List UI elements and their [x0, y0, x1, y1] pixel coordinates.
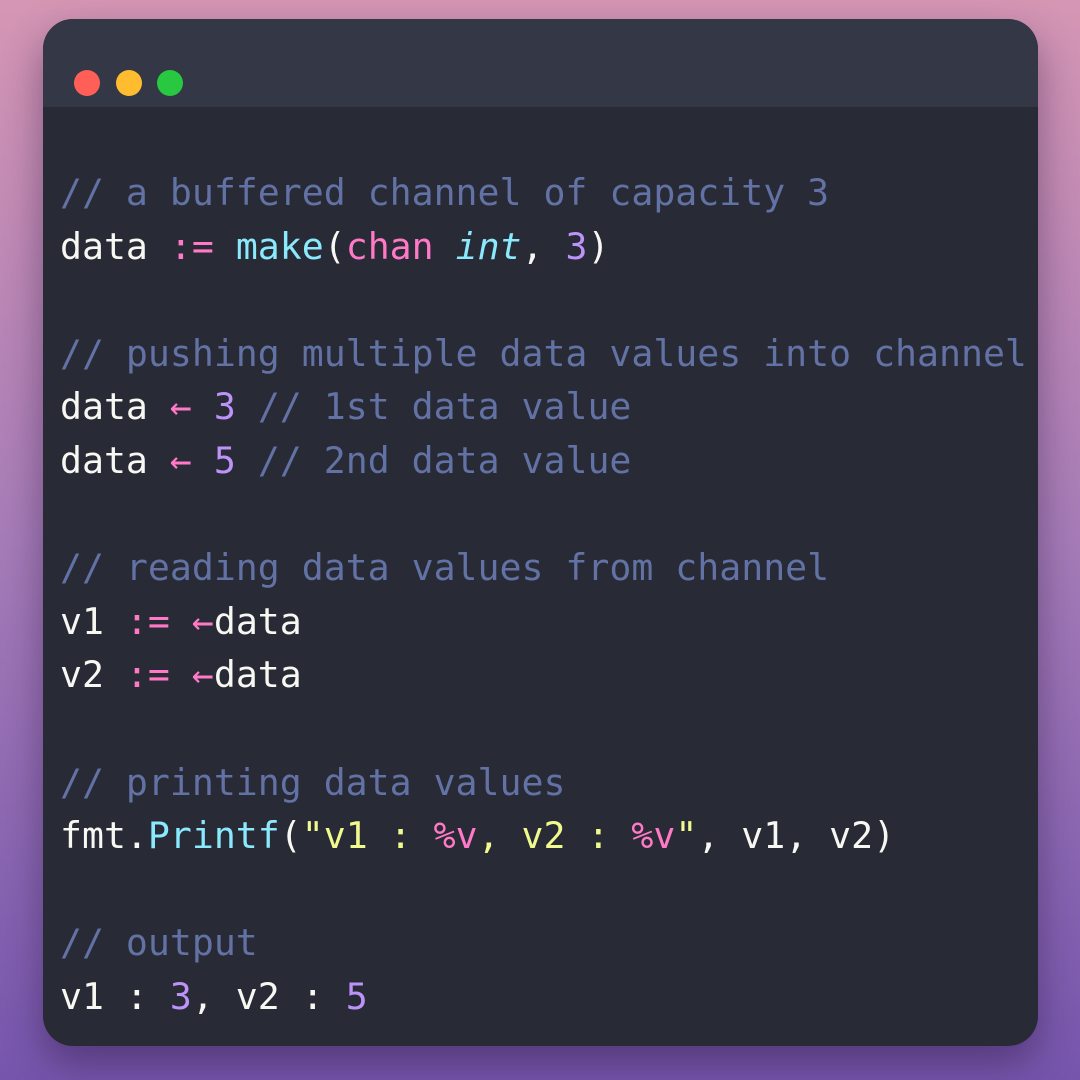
code-line-comment-printing: // printing data values	[60, 756, 1027, 810]
comment: // a buffered channel of capacity 3	[60, 171, 830, 214]
number-literal: 3	[169, 974, 192, 1018]
punctuation: )	[873, 814, 896, 858]
format-verb: %v	[433, 814, 478, 858]
close-dot-icon[interactable]	[74, 70, 100, 96]
window-titlebar	[43, 19, 1038, 107]
comment: // 2nd data value	[257, 438, 632, 482]
string-literal: "	[675, 814, 698, 858]
minimize-dot-icon[interactable]	[116, 70, 142, 96]
string-literal: v1 :	[323, 814, 434, 858]
code-window: // a buffered channel of capacity 3 data …	[43, 19, 1038, 1046]
output-text: , v2 :	[191, 974, 346, 1018]
variable: data	[60, 385, 148, 429]
variable: v1	[60, 599, 104, 643]
code-line-printf: fmt.Printf("v1 : %v, v2 : %v", v1, v2)	[60, 809, 1027, 863]
code-line-read-1: v1 := ←data	[60, 595, 1027, 649]
comment: // 1st data value	[257, 385, 632, 429]
code-line-make: data := make(chan int, 3)	[60, 220, 1027, 274]
comment: // reading data values from channel	[60, 546, 830, 590]
comment: // output	[60, 921, 258, 965]
variable: data	[213, 653, 302, 697]
maximize-dot-icon[interactable]	[157, 70, 183, 96]
code-line-push-2: data ← 5 // 2nd data value	[60, 434, 1027, 488]
keyword: chan	[345, 224, 434, 268]
number-literal: 5	[213, 438, 236, 482]
receive-arrow: ←	[191, 599, 214, 643]
variable: data	[60, 224, 148, 268]
function-name: make	[235, 224, 324, 268]
number-literal: 3	[213, 385, 236, 429]
format-verb: %v	[631, 814, 676, 858]
code-line-comment-buffered: // a buffered channel of capacity 3	[60, 166, 1027, 220]
variable: data	[213, 599, 302, 643]
number-literal: 3	[565, 224, 588, 268]
function-name: Printf	[147, 814, 280, 858]
comment: // printing data values	[60, 760, 566, 804]
code-line-push-1: data ← 3 // 1st data value	[60, 380, 1027, 434]
operator: :=	[169, 224, 214, 268]
receive-arrow: ←	[191, 653, 214, 697]
code-block: // a buffered channel of capacity 3 data …	[60, 166, 1027, 1024]
code-line-comment-pushing: // pushing multiple data values into cha…	[60, 327, 1027, 381]
number-literal: 5	[345, 974, 368, 1018]
package-name: fmt.	[60, 814, 148, 858]
operator: :=	[125, 599, 170, 643]
operator: :=	[125, 653, 170, 697]
comment: // pushing multiple data values into cha…	[60, 331, 1027, 375]
output-text: v1 :	[60, 974, 170, 1018]
punctuation: ,	[521, 224, 544, 268]
code-line-comment-output: // output	[60, 916, 1027, 970]
code-line-read-2: v2 := ←data	[60, 648, 1027, 702]
arguments: , v1, v2	[697, 814, 874, 858]
punctuation: (	[323, 224, 346, 268]
punctuation: (	[279, 814, 302, 858]
variable: v2	[60, 653, 104, 697]
send-arrow: ←	[169, 438, 192, 482]
code-line-comment-reading: // reading data values from channel	[60, 541, 1027, 595]
punctuation: )	[587, 224, 610, 268]
string-literal: "	[301, 814, 324, 858]
send-arrow: ←	[169, 385, 192, 429]
variable: data	[60, 438, 148, 482]
type-name: int	[455, 224, 522, 268]
string-literal: , v2 :	[477, 814, 632, 858]
code-line-output: v1 : 3, v2 : 5	[60, 970, 1027, 1024]
